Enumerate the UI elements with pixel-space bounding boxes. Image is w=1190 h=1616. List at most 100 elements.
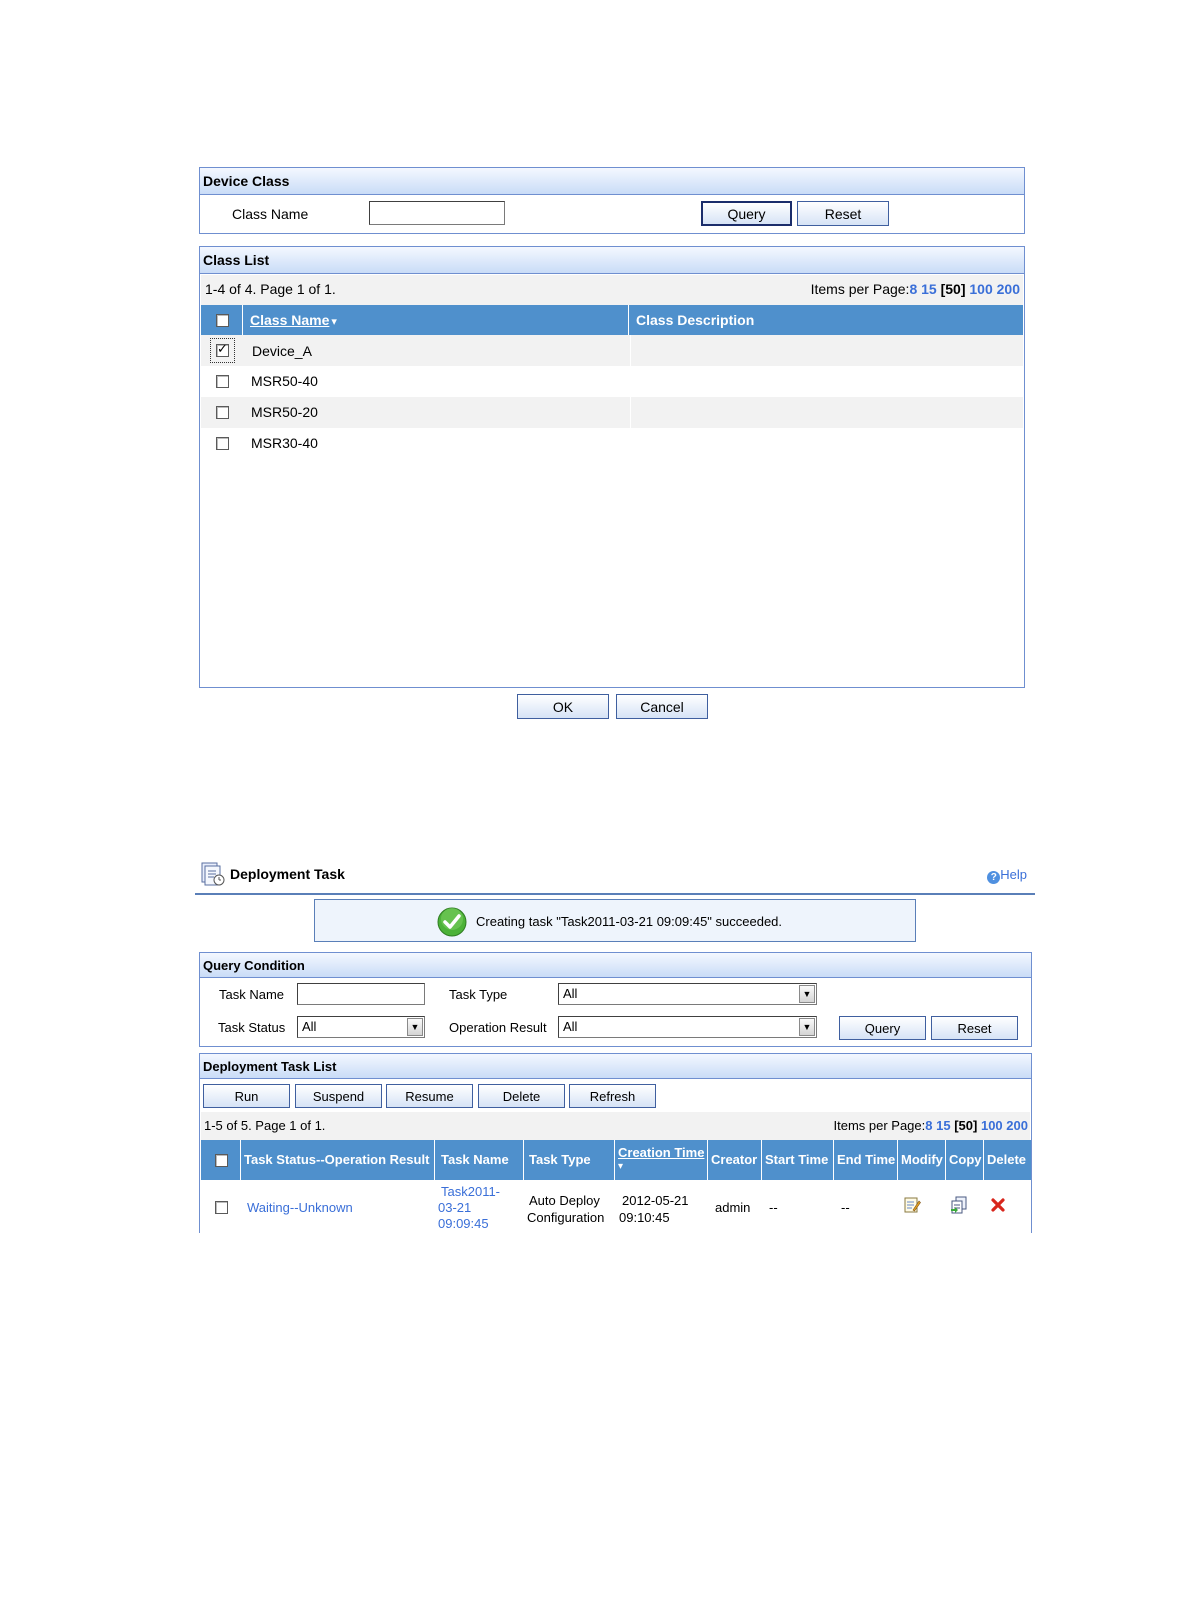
sort-desc-icon: ▾ bbox=[331, 316, 337, 328]
query-condition-title: Query Condition bbox=[200, 953, 1031, 978]
items-per-page-label: Items per Page: bbox=[810, 281, 910, 297]
page-size-200[interactable]: 200 bbox=[1006, 1118, 1028, 1133]
deployment-header: Deployment Task ? Help bbox=[195, 858, 1035, 895]
table-row[interactable]: Device_A bbox=[201, 335, 1023, 366]
task-type-line: Auto Deploy bbox=[529, 1193, 600, 1208]
task-status-link[interactable]: Waiting--Unknown bbox=[247, 1200, 353, 1215]
help-label: Help bbox=[1000, 867, 1027, 882]
class-list-panel: Class List 1-4 of 4. Page 1 of 1. Items … bbox=[199, 246, 1025, 688]
deployment-task-list-panel: Deployment Task List Run Suspend Resume … bbox=[199, 1053, 1032, 1233]
task-status-select[interactable]: All ▼ bbox=[297, 1016, 425, 1038]
class-reset-button[interactable]: Reset bbox=[797, 201, 889, 226]
chevron-down-icon[interactable]: ▼ bbox=[799, 1018, 815, 1036]
class-name-cell: MSR50-20 bbox=[251, 404, 318, 420]
creator-cell: admin bbox=[715, 1200, 751, 1215]
task-reset-button[interactable]: Reset bbox=[931, 1016, 1018, 1040]
row-divider bbox=[630, 397, 631, 428]
ok-button[interactable]: OK bbox=[517, 694, 609, 719]
suspend-button[interactable]: Suspend bbox=[295, 1084, 382, 1108]
success-check-icon bbox=[437, 907, 467, 940]
help-icon: ? bbox=[987, 871, 1001, 884]
delete-icon[interactable] bbox=[990, 1197, 1006, 1216]
start-time-cell: -- bbox=[769, 1200, 778, 1215]
operation-result-select[interactable]: All ▼ bbox=[558, 1016, 817, 1038]
creation-clock: 09:10:45 bbox=[619, 1210, 670, 1225]
class-name-sort-link[interactable]: Class Name bbox=[250, 312, 329, 328]
page-size-8[interactable]: 8 bbox=[909, 281, 917, 297]
task-name-link[interactable]: Task2011- 03-21 09:09:45 bbox=[438, 1184, 500, 1232]
task-header-select bbox=[201, 1140, 241, 1180]
task-type-value: All bbox=[563, 986, 578, 1001]
deployment-task-list-title: Deployment Task List bbox=[200, 1054, 1031, 1079]
row-checkbox[interactable] bbox=[216, 375, 229, 388]
modify-icon[interactable] bbox=[903, 1196, 921, 1217]
class-list-title: Class List bbox=[200, 247, 1024, 274]
task-type-select[interactable]: All ▼ bbox=[558, 983, 817, 1005]
table-row[interactable]: MSR50-20 bbox=[201, 397, 1023, 428]
success-banner: Creating task "Task2011-03-21 09:09:45" … bbox=[314, 899, 916, 942]
creation-time-column-header[interactable]: Creation Time ▾ bbox=[615, 1140, 708, 1180]
task-type-line: Configuration bbox=[527, 1210, 605, 1225]
page-size-100[interactable]: 100 bbox=[969, 281, 992, 297]
page-title: Deployment Task bbox=[230, 866, 345, 882]
chevron-down-icon[interactable]: ▼ bbox=[799, 985, 815, 1003]
chevron-down-icon[interactable]: ▼ bbox=[407, 1018, 423, 1036]
run-button[interactable]: Run bbox=[203, 1084, 290, 1108]
task-type-label: Task Type bbox=[449, 987, 508, 1002]
task-status-label: Task Status bbox=[218, 1020, 286, 1035]
task-type-column-header: Task Type bbox=[524, 1140, 615, 1180]
page-size-15[interactable]: 15 bbox=[936, 1118, 950, 1133]
class-query-button[interactable]: Query bbox=[701, 201, 792, 226]
row-checkbox[interactable] bbox=[210, 338, 235, 363]
task-type-cell: Auto Deploy Configuration bbox=[527, 1192, 604, 1226]
row-checkbox[interactable] bbox=[216, 406, 229, 419]
creation-time-sort-link[interactable]: Creation Time bbox=[618, 1144, 707, 1161]
task-name-input[interactable] bbox=[297, 983, 425, 1005]
status-column-header: Task Status--Operation Result bbox=[241, 1140, 435, 1180]
end-time-cell: -- bbox=[841, 1200, 850, 1215]
row-checkbox[interactable] bbox=[215, 1201, 228, 1214]
start-time-column-header: Start Time bbox=[762, 1140, 834, 1180]
class-list-summary: 1-4 of 4. Page 1 of 1. bbox=[205, 281, 336, 297]
device-class-panel: Device Class Class Name Query Reset bbox=[199, 167, 1025, 234]
task-list-icon bbox=[200, 861, 226, 890]
table-row[interactable]: MSR50-40 bbox=[201, 366, 1023, 397]
delete-button[interactable]: Delete bbox=[478, 1084, 565, 1108]
select-all-checkbox[interactable] bbox=[216, 314, 229, 327]
help-link[interactable]: ? Help bbox=[987, 867, 1027, 884]
page-size-200[interactable]: 200 bbox=[997, 281, 1020, 297]
task-name-line: 03-21 bbox=[438, 1200, 472, 1215]
copy-icon[interactable] bbox=[950, 1196, 968, 1217]
class-name-input[interactable] bbox=[369, 201, 505, 225]
resume-button[interactable]: Resume bbox=[386, 1084, 473, 1108]
class-name-column-header[interactable]: Class Name ▾ bbox=[243, 305, 629, 335]
page-size-50-current: [50] bbox=[954, 1118, 978, 1133]
creator-column-header: Creator bbox=[708, 1140, 762, 1180]
sort-desc-icon: ▾ bbox=[618, 1161, 624, 1172]
page-size-8[interactable]: 8 bbox=[925, 1118, 932, 1133]
items-per-page-label: Items per Page: bbox=[833, 1118, 926, 1133]
refresh-button[interactable]: Refresh bbox=[569, 1084, 656, 1108]
modify-column-header: Modify bbox=[898, 1140, 946, 1180]
row-checkbox[interactable] bbox=[216, 437, 229, 450]
class-name-cell: MSR30-40 bbox=[251, 435, 318, 451]
class-list-pager-bar: 1-4 of 4. Page 1 of 1. Items per Page:8 … bbox=[201, 275, 1023, 305]
page-size-100[interactable]: 100 bbox=[981, 1118, 1003, 1133]
class-name-cell: MSR50-40 bbox=[251, 373, 318, 389]
select-all-checkbox[interactable] bbox=[215, 1154, 228, 1167]
page-size-15[interactable]: 15 bbox=[921, 281, 937, 297]
cancel-button[interactable]: Cancel bbox=[616, 694, 708, 719]
task-list-summary: 1-5 of 5. Page 1 of 1. bbox=[204, 1118, 326, 1133]
table-row[interactable]: MSR30-40 bbox=[201, 428, 1023, 459]
task-status-value: All bbox=[302, 1019, 317, 1034]
success-message: Creating task "Task2011-03-21 09:09:45" … bbox=[476, 914, 783, 929]
table-row[interactable]: Waiting--Unknown Task2011- 03-21 09:09:4… bbox=[201, 1180, 1030, 1233]
query-condition-panel: Query Condition Task Name Task Type All … bbox=[199, 952, 1032, 1047]
end-time-column-header: End Time bbox=[834, 1140, 898, 1180]
task-query-button[interactable]: Query bbox=[839, 1016, 926, 1040]
row-divider bbox=[630, 335, 631, 366]
class-name-cell: Device_A bbox=[252, 343, 312, 359]
creation-time-cell: 2012-05-21 09:10:45 bbox=[619, 1192, 689, 1226]
delete-column-header: Delete bbox=[984, 1140, 1031, 1180]
class-list-header-select bbox=[201, 305, 243, 335]
